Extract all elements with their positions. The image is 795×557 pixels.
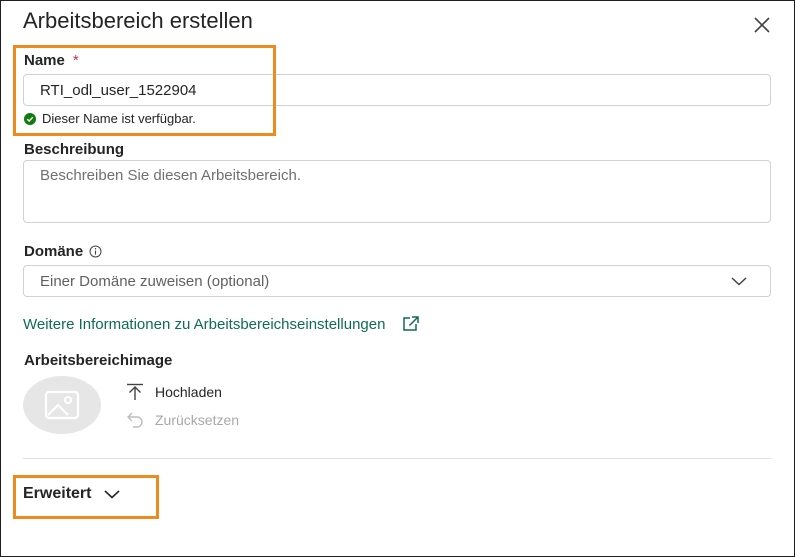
more-info-link-text: Weitere Informationen zu Arbeitsbereichs…	[23, 315, 386, 333]
divider	[23, 458, 771, 459]
description-textarea[interactable]	[23, 160, 771, 223]
image-icon	[44, 390, 80, 420]
more-info-link[interactable]: Weitere Informationen zu Arbeitsbereichs…	[23, 315, 421, 333]
open-external-icon	[403, 316, 420, 331]
chevron-down-icon	[731, 277, 747, 286]
close-icon[interactable]	[752, 15, 772, 35]
highlight-name	[13, 45, 276, 136]
domain-label: Domäne	[24, 243, 102, 260]
upload-button[interactable]: Hochladen	[126, 383, 222, 401]
info-icon[interactable]	[89, 245, 102, 258]
domain-label-text: Domäne	[24, 243, 84, 260]
upload-label: Hochladen	[155, 384, 222, 400]
upload-icon	[127, 383, 143, 400]
description-label: Beschreibung	[24, 141, 125, 158]
workspace-image-placeholder	[23, 376, 101, 434]
domain-select[interactable]: Einer Domäne zuweisen (optional)	[23, 265, 771, 297]
image-section-label: Arbeitsbereichimage	[24, 352, 173, 369]
highlight-advanced	[13, 475, 159, 519]
domain-select-value: Einer Domäne zuweisen (optional)	[40, 272, 270, 290]
reset-button[interactable]: Zurücksetzen	[126, 411, 239, 429]
undo-icon	[127, 412, 143, 428]
reset-label: Zurücksetzen	[155, 412, 240, 428]
dialog-title: Arbeitsbereich erstellen	[23, 8, 253, 33]
